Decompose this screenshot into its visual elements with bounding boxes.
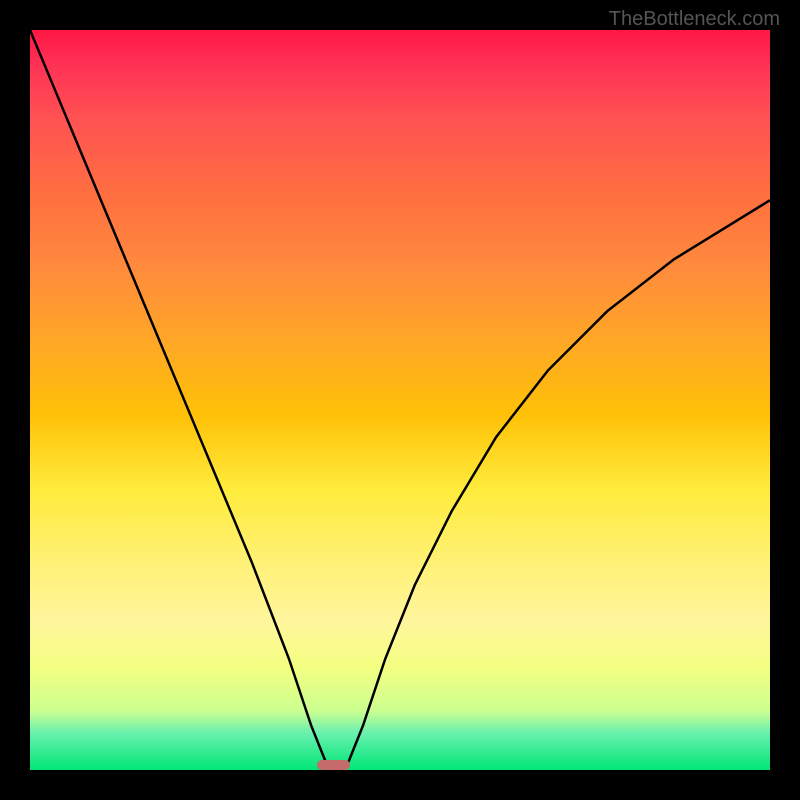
bottleneck-curve-svg — [30, 30, 770, 770]
optimal-marker — [317, 760, 350, 770]
watermark-text: TheBottleneck.com — [609, 8, 780, 31]
curve-path — [30, 30, 770, 770]
chart-plot-area — [30, 30, 770, 770]
